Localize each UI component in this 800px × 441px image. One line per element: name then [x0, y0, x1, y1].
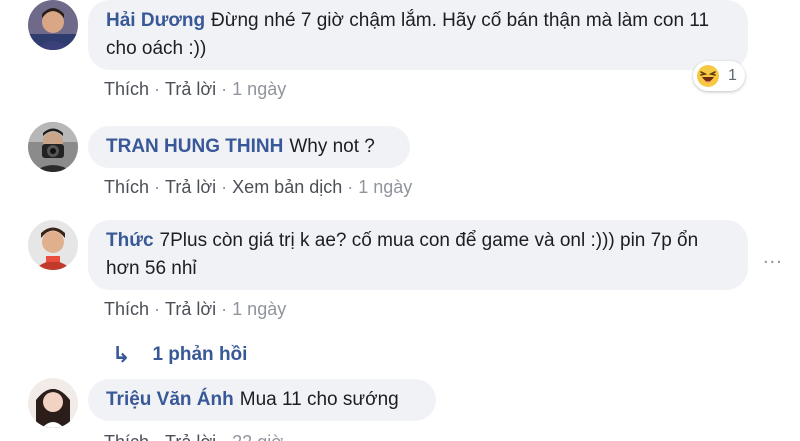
comment-timestamp[interactable]: 1 ngày [232, 79, 286, 99]
translate-link[interactable]: Xem bản dịch [232, 177, 342, 197]
reply-link[interactable]: Trả lời [165, 432, 216, 441]
avatar-camera-icon [28, 122, 78, 172]
comment-item: TRAN HUNG THINH Why not ? Thích · Trả lời · X… [0, 120, 800, 200]
replies-count: 1 phản hồi [152, 344, 248, 365]
view-replies-link[interactable]: ↳ 1 phản hồi [112, 342, 247, 368]
comment-item: Thức 7Plus còn giá trị k ae? cố mua con đ… [0, 218, 800, 368]
reaction-count: 1 [728, 67, 737, 84]
comment-actions: Thích · Trả lời · 1 ngày [104, 299, 287, 319]
comment-text: Mua 11 cho sướng [239, 389, 399, 410]
comment-bubble: Hải Dương Đừng nhé 7 giờ chậm lắm. Hãy cố… [88, 0, 748, 70]
comment-author[interactable]: Triệu Văn Ánh [106, 389, 234, 410]
reply-link[interactable]: Trả lời [165, 79, 216, 99]
avatar-thuc-icon [28, 220, 78, 270]
comment-timestamp[interactable]: 1 ngày [232, 299, 286, 319]
avatar[interactable] [28, 122, 78, 172]
comment-text: 7Plus còn giá trị k ae? cố mua con để ga… [106, 230, 699, 279]
comment-bubble: Triệu Văn Ánh Mua 11 cho sướng [88, 379, 436, 421]
comment-author[interactable]: TRAN HUNG THINH [106, 136, 283, 157]
reply-link[interactable]: Trả lời [165, 299, 216, 319]
comment-author[interactable]: Hải Dương [106, 10, 205, 31]
like-link[interactable]: Thích [104, 299, 149, 319]
more-options-icon[interactable]: ... [763, 246, 783, 269]
comment-text: Why not ? [289, 136, 375, 157]
comment-actions: Thích · Trả lời · 1 ngày [104, 79, 287, 99]
avatar[interactable] [28, 378, 78, 428]
comment-actions: Thích · Trả lời · Xem bản dịch · 1 ngày [104, 177, 413, 197]
avatar-hai-duong-icon [28, 0, 78, 50]
avatar[interactable] [28, 220, 78, 270]
avatar[interactable] [28, 0, 78, 50]
reaction-summary[interactable]: 1 [693, 61, 745, 91]
reply-link[interactable]: Trả lời [165, 177, 216, 197]
comment-timestamp[interactable]: 1 ngày [358, 177, 412, 197]
like-link[interactable]: Thích [104, 177, 149, 197]
like-link[interactable]: Thích [104, 432, 149, 441]
comment-item: Triệu Văn ÁnhMua 11 cho sướng Thích·Trả … [0, 376, 800, 441]
like-link[interactable]: Thích [104, 79, 149, 99]
comment-bubble: TRAN HUNG THINH Why not ? [88, 126, 410, 168]
comment-timestamp[interactable]: 22 giờ [232, 432, 283, 441]
comment-thread: Hải Dương Đừng nhé 7 giờ chậm lắm. Hãy cố… [0, 0, 800, 441]
comment-item: Hải Dương Đừng nhé 7 giờ chậm lắm. Hãy cố… [0, 0, 800, 110]
haha-reaction-icon [697, 65, 719, 87]
avatar-trieu-van-anh-icon [28, 378, 78, 428]
comment-bubble: Thức 7Plus còn giá trị k ae? cố mua con đ… [88, 220, 748, 290]
comment-actions: Thích·Trả lời·22 giờ [104, 432, 283, 441]
reply-arrow-icon: ↳ [112, 342, 131, 367]
comment-author[interactable]: Thức [106, 230, 154, 251]
